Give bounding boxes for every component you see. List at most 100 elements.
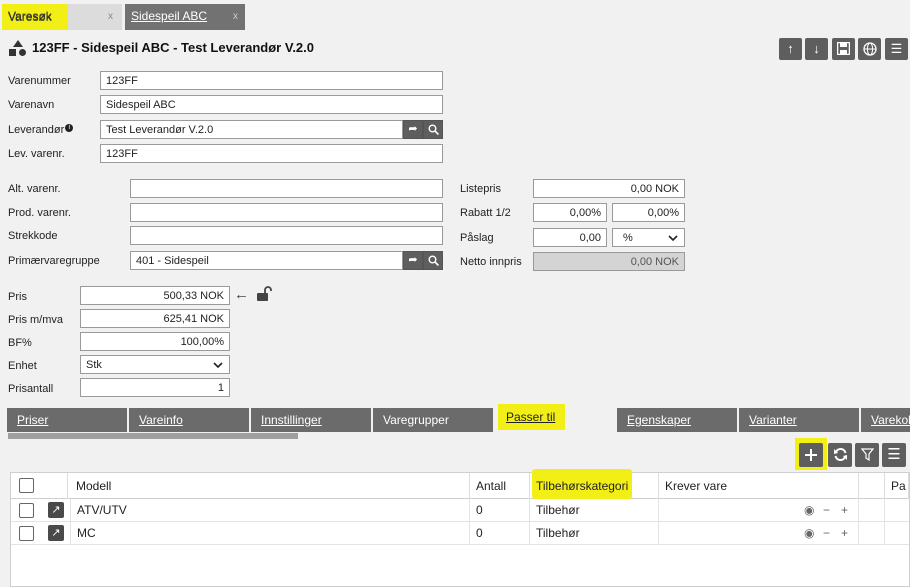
open-icon[interactable]: ↗: [48, 502, 64, 518]
rabatt2-input[interactable]: 0,00%: [612, 203, 685, 222]
primaervaregruppe-label: Primærvaregruppe: [8, 255, 100, 267]
col-modell[interactable]: Modell: [70, 473, 470, 499]
plus-icon[interactable]: +: [841, 499, 848, 522]
varenavn-label: Varenavn: [8, 99, 55, 111]
pris-input[interactable]: 500,33 NOK: [80, 286, 230, 305]
prisantall-input[interactable]: 1: [80, 378, 230, 397]
tab-varegrupper[interactable]: Varegrupper: [373, 408, 493, 432]
prod-varenr-input[interactable]: [130, 203, 443, 222]
tab-scrollbar[interactable]: [8, 433, 298, 439]
tab-vareinfo-label: Vareinfo: [139, 413, 183, 427]
goto-varegruppe-button[interactable]: ➦: [403, 251, 423, 270]
globe-button[interactable]: [858, 38, 881, 60]
goto-leverandor-button[interactable]: ➦: [403, 120, 423, 139]
alt-varenr-label: Alt. varenr.: [8, 183, 61, 195]
page-title: 123FF - Sidespeil ABC - Test Leverandør …: [32, 40, 315, 55]
strekkode-input[interactable]: [130, 226, 443, 245]
cell-kategori: Tilbehør: [530, 522, 659, 545]
minus-icon[interactable]: −: [823, 522, 830, 545]
tab-vareinfo[interactable]: Vareinfo: [129, 408, 249, 432]
leverandor-label: Leverandør i: [8, 124, 74, 136]
tab-varekol[interactable]: Varekol: [861, 408, 910, 432]
arrow-down-button[interactable]: ↓: [805, 38, 828, 60]
add-button[interactable]: [799, 443, 823, 467]
tab-sidespeil[interactable]: Sidespeil ABC x: [125, 4, 245, 30]
filter-button[interactable]: [855, 443, 879, 467]
row-checkbox[interactable]: [19, 526, 34, 541]
prisantall-label: Prisantall: [8, 383, 54, 395]
lev-varenr-label: Lev. varenr.: [8, 148, 65, 160]
header-select: [11, 473, 68, 499]
cell-spacer: [859, 522, 885, 545]
eye-icon[interactable]: ◉: [804, 522, 814, 545]
close-icon[interactable]: x: [233, 11, 238, 22]
chevron-down-icon: [668, 235, 678, 241]
strekkode-label: Strekkode: [8, 230, 58, 242]
paslag-unit-value: %: [623, 232, 633, 244]
cell-kategori: Tilbehør: [530, 499, 659, 522]
col-tilbehorskategori[interactable]: Tilbehørskategori: [530, 473, 659, 499]
bf-input[interactable]: 100,00%: [80, 332, 230, 351]
plus-icon[interactable]: +: [841, 522, 848, 545]
primaervaregruppe-input[interactable]: 401 - Sidespeil: [130, 251, 403, 270]
varenummer-label: Varenummer: [8, 75, 71, 87]
close-icon[interactable]: x: [108, 11, 113, 22]
table-row[interactable]: ↗ MC 0 Tilbehør ◉ − +: [11, 522, 909, 545]
unlock-icon[interactable]: [256, 286, 274, 302]
open-icon[interactable]: ↗: [48, 525, 64, 541]
select-all-checkbox[interactable]: [19, 478, 34, 493]
filter-icon: [860, 448, 874, 462]
col-krever-vare[interactable]: Krever vare: [659, 473, 859, 499]
varenummer-input[interactable]: 123FF: [100, 71, 443, 90]
save-button[interactable]: [832, 38, 855, 60]
info-icon[interactable]: i: [65, 124, 74, 132]
col-tilbehorskategori-wrap: Tilbehørskategori: [530, 469, 659, 499]
tab-passer-til-label: Passer til: [506, 410, 556, 424]
product-icon: [9, 40, 26, 56]
tab-varianter[interactable]: Varianter: [739, 408, 859, 432]
tab-varesok-text: Varesøk: [8, 10, 52, 24]
varenavn-input[interactable]: Sidespeil ABC: [100, 95, 443, 114]
table-menu-button[interactable]: ☰: [882, 443, 906, 467]
arrow-up-button[interactable]: ↑: [779, 38, 802, 60]
listepris-input[interactable]: 0,00 NOK: [533, 179, 685, 198]
arrow-left-icon[interactable]: ←: [234, 286, 249, 303]
menu-button[interactable]: ☰: [885, 38, 908, 60]
top-tab-bar: Varesøk x Sidespeil ABC x: [0, 0, 910, 30]
tab-varesok-bg: [68, 4, 122, 30]
save-icon: [836, 41, 851, 56]
chevron-down-icon: [213, 362, 223, 368]
rabatt1-input[interactable]: 0,00%: [533, 203, 607, 222]
table-row[interactable]: ↗ ATV/UTV 0 Tilbehør ◉ − +: [11, 499, 909, 522]
eye-icon[interactable]: ◉: [804, 499, 814, 522]
globe-icon: [862, 42, 877, 56]
paslag-label: Påslag: [460, 232, 494, 244]
rabatt-label: Rabatt 1/2: [460, 207, 511, 219]
lev-varenr-input[interactable]: 123FF: [100, 144, 443, 163]
enhet-value: Stk: [86, 359, 102, 371]
listepris-label: Listepris: [460, 183, 501, 195]
enhet-select[interactable]: Stk: [80, 355, 230, 374]
paslag-unit-select[interactable]: %: [612, 228, 685, 247]
col-antall[interactable]: Antall: [470, 473, 530, 499]
tab-egenskaper-label: Egenskaper: [627, 413, 692, 427]
alt-varenr-input[interactable]: [130, 179, 443, 198]
pris-mva-input[interactable]: 625,41 NOK: [80, 309, 230, 328]
cell-krever-vare: ◉ − +: [659, 499, 859, 522]
tab-innstillinger[interactable]: Innstillinger: [251, 408, 371, 432]
minus-icon[interactable]: −: [823, 499, 830, 522]
prod-varenr-label: Prod. varenr.: [8, 207, 71, 219]
search-varegruppe-button[interactable]: [423, 251, 443, 270]
col-pa[interactable]: Pa: [885, 473, 909, 499]
tab-priser[interactable]: Priser: [7, 408, 127, 432]
row-checkbox[interactable]: [19, 503, 34, 518]
plus-icon: [805, 449, 817, 461]
paslag-input[interactable]: 0,00: [533, 228, 607, 247]
leverandor-input[interactable]: Test Leverandør V.2.0: [100, 120, 403, 139]
cell-krever-vare: ◉ − +: [659, 522, 859, 545]
refresh-button[interactable]: [828, 443, 852, 467]
search-leverandor-button[interactable]: [423, 120, 443, 139]
search-icon: [428, 124, 439, 136]
tab-egenskaper[interactable]: Egenskaper: [617, 408, 737, 432]
cell-modell: ATV/UTV: [70, 499, 470, 522]
